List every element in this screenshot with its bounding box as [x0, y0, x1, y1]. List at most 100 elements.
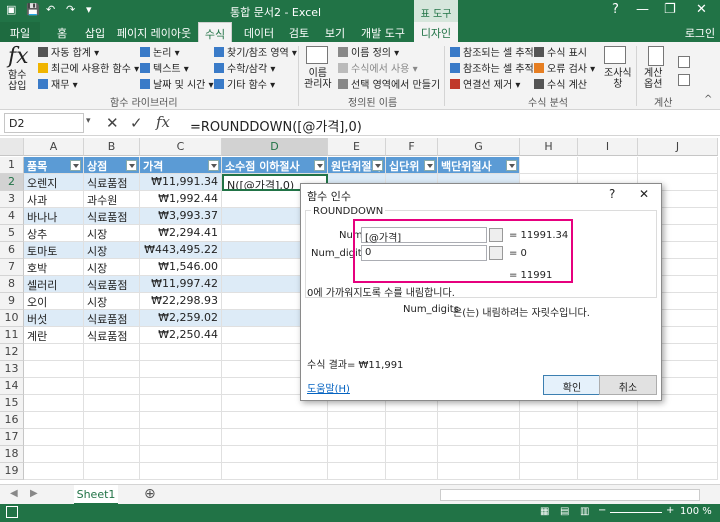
table-header-cell[interactable]: 품목	[24, 157, 84, 174]
name-manager-button[interactable]: 이름 관리자	[304, 68, 332, 90]
table-cell[interactable]: 오렌지	[24, 174, 84, 191]
table-cell[interactable]: 사과	[24, 191, 84, 208]
error-checking-button[interactable]: 오류 검사 ▾	[534, 60, 595, 75]
name-manager-icon[interactable]	[306, 46, 328, 64]
grid-cell[interactable]	[140, 378, 222, 395]
table-cell[interactable]: 토마토	[24, 242, 84, 259]
table-cell[interactable]: 시장	[84, 293, 140, 310]
column-header-e[interactable]: E	[328, 138, 386, 156]
table-cell[interactable]: 시장	[84, 225, 140, 242]
grid-cell[interactable]	[140, 395, 222, 412]
close-button[interactable]: ✕	[696, 2, 707, 17]
column-header-j[interactable]: J	[638, 138, 718, 156]
grid-cell[interactable]	[222, 446, 328, 463]
table-cell[interactable]: 오이	[24, 293, 84, 310]
zoom-out-button[interactable]: −	[598, 505, 606, 516]
calc-options-button[interactable]: 계산 옵션	[644, 68, 662, 90]
grid-cell[interactable]	[328, 429, 386, 446]
row-header[interactable]: 16	[0, 412, 24, 429]
row-header[interactable]: 11	[0, 327, 24, 344]
zoom-in-button[interactable]: +	[666, 505, 674, 516]
grid-cell[interactable]	[222, 429, 328, 446]
table-cell[interactable]: 호박	[24, 259, 84, 276]
grid-cell[interactable]	[24, 395, 84, 412]
row-header[interactable]: 17	[0, 429, 24, 446]
grid-cell[interactable]	[140, 344, 222, 361]
table-cell[interactable]: 식료품점	[84, 310, 140, 327]
column-header-d[interactable]: D	[222, 138, 328, 156]
filter-dropdown-icon[interactable]	[314, 160, 325, 171]
grid-cell[interactable]	[438, 446, 520, 463]
zoom-level[interactable]: 100 %	[680, 506, 712, 517]
row-header[interactable]: 15	[0, 395, 24, 412]
row-header[interactable]: 12	[0, 344, 24, 361]
table-cell[interactable]: ₩1,992.44	[140, 191, 222, 208]
page-break-view-icon[interactable]: ▥	[580, 506, 589, 517]
table-cell[interactable]: 식료품점	[84, 208, 140, 225]
table-cell[interactable]: ₩443,495.22	[140, 242, 222, 259]
table-cell[interactable]: ₩1,546.00	[140, 259, 222, 276]
macro-record-icon[interactable]	[6, 506, 18, 518]
tab-design[interactable]: 디자인	[414, 22, 458, 42]
grid-cell[interactable]	[140, 412, 222, 429]
table-cell[interactable]: 과수원	[84, 191, 140, 208]
financial-button[interactable]: 재무 ▾	[38, 76, 78, 91]
filter-dropdown-icon[interactable]	[70, 160, 81, 171]
column-header-f[interactable]: F	[386, 138, 438, 156]
tab-data[interactable]: 데이터	[240, 22, 278, 42]
grid-cell[interactable]	[638, 463, 718, 480]
grid-cell[interactable]	[328, 412, 386, 429]
grid-cell[interactable]	[140, 446, 222, 463]
sign-in-link[interactable]: 로그인	[680, 22, 720, 42]
filter-dropdown-icon[interactable]	[424, 160, 435, 171]
grid-cell[interactable]	[520, 412, 578, 429]
tab-formulas[interactable]: 수식	[198, 22, 232, 42]
table-cell[interactable]: 셀러리	[24, 276, 84, 293]
table-cell[interactable]: 식료품점	[84, 276, 140, 293]
create-from-selection-button[interactable]: 선택 영역에서 만들기	[338, 76, 440, 91]
namebox-dropdown-icon[interactable]: ▾	[86, 116, 91, 126]
table-cell[interactable]: 버섯	[24, 310, 84, 327]
row-header[interactable]: 5	[0, 225, 24, 242]
grid-cell[interactable]	[438, 429, 520, 446]
table-cell[interactable]: 바나나	[24, 208, 84, 225]
grid-cell[interactable]	[520, 429, 578, 446]
cancel-icon[interactable]: ✕	[106, 114, 119, 132]
column-header-h[interactable]: H	[520, 138, 578, 156]
table-header-cell[interactable]: 백단위절사	[438, 157, 520, 174]
save-icon[interactable]: 💾	[26, 3, 40, 16]
row-header[interactable]: 8	[0, 276, 24, 293]
help-link[interactable]: 도움말(H)	[307, 380, 350, 395]
watch-window-icon[interactable]	[604, 46, 626, 64]
page-layout-view-icon[interactable]: ▤	[560, 506, 569, 517]
table-cell[interactable]: ₩3,993.37	[140, 208, 222, 225]
grid-cell[interactable]	[520, 157, 578, 174]
horizontal-scrollbar[interactable]	[440, 489, 700, 501]
grid-cell[interactable]	[24, 412, 84, 429]
grid-cell[interactable]	[84, 344, 140, 361]
table-cell[interactable]: ₩11,991.34	[140, 174, 222, 191]
dialog-close-button[interactable]: ✕	[639, 187, 649, 201]
row-header[interactable]: 2	[0, 174, 24, 191]
calculator-icon[interactable]	[648, 46, 664, 66]
grid-cell[interactable]	[222, 463, 328, 480]
more-functions-button[interactable]: 기타 함수 ▾	[214, 76, 275, 91]
logical-button[interactable]: 논리 ▾	[140, 44, 180, 59]
show-formulas-button[interactable]: 수식 표시	[534, 44, 587, 59]
tab-review[interactable]: 검토	[284, 22, 314, 42]
scroll-left-icon[interactable]: ◀	[10, 488, 18, 499]
use-in-formula-button[interactable]: 수식에서 사용 ▾	[338, 60, 418, 75]
calc-sheet-icon[interactable]	[678, 74, 690, 86]
grid-cell[interactable]	[578, 446, 638, 463]
table-cell[interactable]: ₩2,259.02	[140, 310, 222, 327]
row-header[interactable]: 4	[0, 208, 24, 225]
row-header[interactable]: 9	[0, 293, 24, 310]
table-header-cell[interactable]: 상점	[84, 157, 140, 174]
grid-cell[interactable]	[84, 395, 140, 412]
define-name-button[interactable]: 이름 정의 ▾	[338, 44, 399, 59]
cancel-button[interactable]: 취소	[599, 375, 657, 395]
grid-cell[interactable]	[578, 429, 638, 446]
select-all-corner[interactable]	[0, 138, 24, 156]
grid-cell[interactable]	[84, 463, 140, 480]
grid-cell[interactable]	[24, 378, 84, 395]
